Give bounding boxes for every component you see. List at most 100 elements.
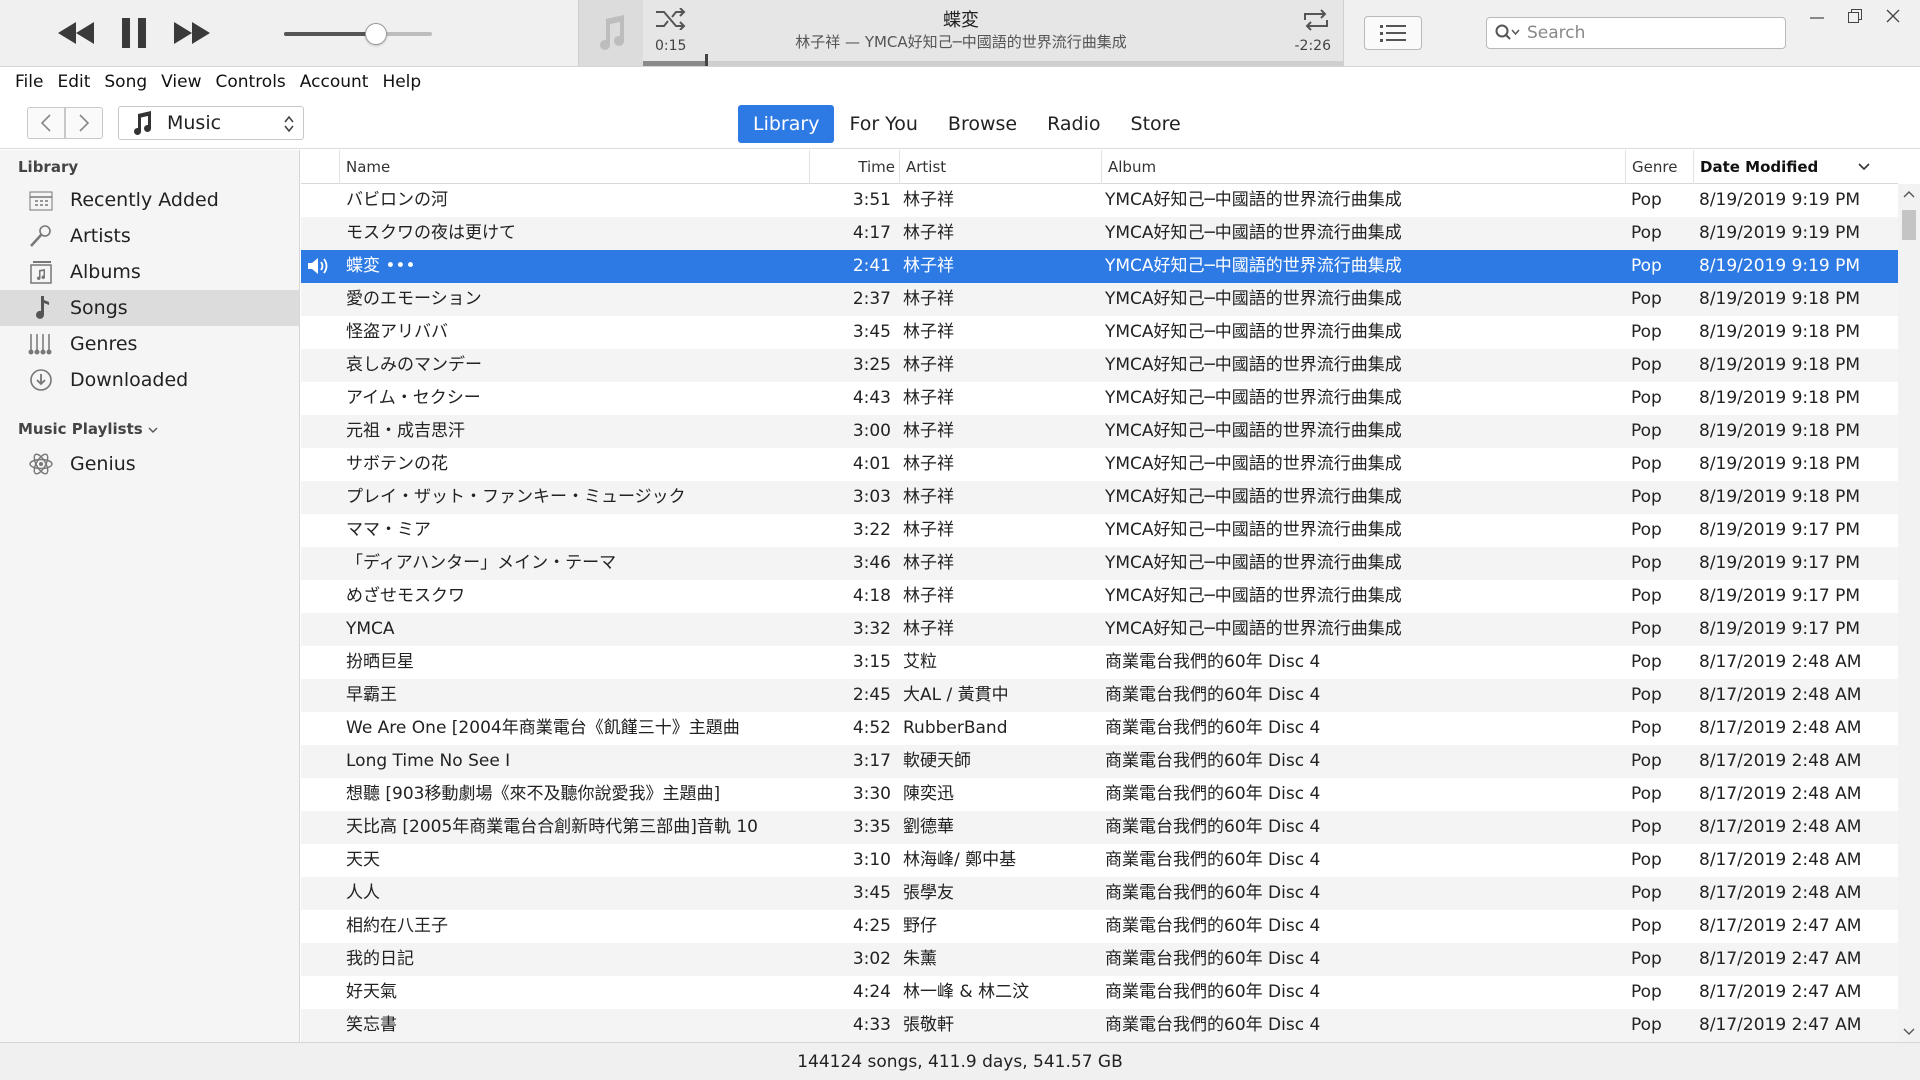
song-date-cell: 8/19/2019 9:19 PM (1699, 190, 1861, 210)
table-row[interactable]: 我的日記 3:02 朱薰 商業電台我們的60年 Disc 4 Pop 8/17/2019 … (301, 943, 1898, 976)
sidebar-item-albums[interactable]: Albums (0, 254, 299, 290)
close-button[interactable] (1876, 4, 1910, 28)
volume-slider[interactable] (284, 23, 432, 45)
song-date-cell: 8/19/2019 9:18 PM (1699, 322, 1861, 342)
song-artist-cell: 林子祥 (903, 256, 954, 276)
song-artist-cell: 陳奕迅 (903, 784, 954, 804)
song-time-cell: 3:35 (852, 817, 891, 837)
table-row[interactable]: 「ディアハンター」メイン・テーマ 3:46 林子祥 YMCA好知己─中國語的世界流行曲… (301, 547, 1898, 580)
song-album-cell: 商業電台我們的60年 Disc 4 (1105, 652, 1321, 672)
song-time-cell: 4:17 (852, 223, 891, 243)
table-row[interactable]: プレイ・ザット・ファンキー・ミュージック 3:03 林子祥 YMCA好知己─中國語的世… (301, 481, 1898, 514)
table-row[interactable]: 相約在八王子 4:25 野仔 商業電台我們的60年 Disc 4 Pop 8/17/201… (301, 910, 1898, 943)
table-row[interactable]: 愛のエモーション 2:37 林子祥 YMCA好知己─中國語的世界流行曲集成 Pop 8/1… (301, 283, 1898, 316)
sidebar-item-genres[interactable]: Genres (0, 326, 299, 362)
menu-help[interactable]: Help (375, 72, 428, 92)
forward-button[interactable] (65, 107, 103, 139)
song-date-cell: 8/19/2019 9:19 PM (1699, 223, 1861, 243)
table-row[interactable]: 元祖・成吉思汗 3:00 林子祥 YMCA好知己─中國語的世界流行曲集成 Pop 8/19… (301, 415, 1898, 448)
table-row[interactable]: 早霸王 2:45 大AL / 黃貫中 商業電台我們的60年 Disc 4 Pop 8/17… (301, 679, 1898, 712)
menu-edit[interactable]: Edit (50, 72, 97, 92)
table-row[interactable]: モスクワの夜は更けて 4:17 林子祥 YMCA好知己─中國語的世界流行曲集成 Pop 8… (301, 217, 1898, 250)
column-header-genre[interactable]: Genre (1625, 150, 1693, 184)
sidebar-item-genius[interactable]: Genius (0, 446, 299, 482)
song-name-cell: バビロンの河 (346, 190, 448, 210)
table-row[interactable]: 扮晒巨星 3:15 艾粒 商業電台我們的60年 Disc 4 Pop 8/17/2019 … (301, 646, 1898, 679)
song-album-cell: YMCA好知己─中國語的世界流行曲集成 (1105, 289, 1402, 309)
table-row[interactable]: 天天 3:10 林海峰/ 鄭中基 商業電台我們的60年 Disc 4 Pop 8/17/2… (301, 844, 1898, 877)
tab-library[interactable]: Library (738, 105, 835, 143)
progress-head[interactable] (705, 54, 708, 66)
column-header-date-modified[interactable]: Date Modified (1693, 150, 1878, 184)
scrollbar-thumb[interactable] (1902, 210, 1916, 240)
song-name-cell: 好天氣 (346, 982, 397, 1002)
menu-file[interactable]: File (8, 72, 50, 92)
vertical-scrollbar[interactable] (1898, 184, 1920, 1042)
table-row[interactable]: 哀しみのマンデー 3:25 林子祥 YMCA好知己─中國語的世界流行曲集成 Pop 8/1… (301, 349, 1898, 382)
tab-for-you[interactable]: For You (834, 105, 932, 143)
sidebar-item-artists[interactable]: Artists (0, 218, 299, 254)
scroll-up-icon[interactable] (1903, 190, 1915, 198)
column-header-album[interactable]: Album (1101, 150, 1625, 184)
column-header-time[interactable]: Time (809, 150, 901, 184)
song-genre-cell: Pop (1631, 619, 1662, 639)
next-button[interactable] (172, 14, 212, 52)
shuffle-icon[interactable] (656, 8, 688, 30)
previous-button[interactable] (56, 14, 96, 52)
menu-account[interactable]: Account (293, 72, 376, 92)
song-artist-cell: 林子祥 (903, 421, 954, 441)
tab-store[interactable]: Store (1116, 105, 1196, 143)
song-time-cell: 4:18 (852, 586, 891, 606)
search-box[interactable] (1486, 17, 1786, 49)
song-name-cell: めざせモスクワ (346, 586, 465, 606)
tab-radio[interactable]: Radio (1032, 105, 1115, 143)
search-input[interactable] (1527, 23, 1757, 43)
table-row[interactable]: YMCA 3:32 林子祥 YMCA好知己─中國語的世界流行曲集成 Pop 8/19/20… (301, 613, 1898, 646)
song-date-cell: 8/19/2019 9:18 PM (1699, 388, 1861, 408)
table-row[interactable]: バビロンの河 3:51 林子祥 YMCA好知己─中國語的世界流行曲集成 Pop 8/19/… (301, 184, 1898, 217)
table-row[interactable]: めざせモスクワ 4:18 林子祥 YMCA好知己─中國語的世界流行曲集成 Pop 8/19… (301, 580, 1898, 613)
table-row[interactable]: 人人 3:45 張學友 商業電台我們的60年 Disc 4 Pop 8/17/2019 2… (301, 877, 1898, 910)
sidebar-item-downloaded[interactable]: Downloaded (0, 362, 299, 398)
column-header-name[interactable]: Name (339, 150, 809, 184)
table-row[interactable]: We Are One [2004年商業電台《飢饉三十》主題曲 4:52 Rubber… (301, 712, 1898, 745)
menu-view[interactable]: View (154, 72, 208, 92)
up-next-button[interactable] (1364, 16, 1422, 50)
sidebar-item-songs[interactable]: Songs (0, 290, 299, 326)
table-row[interactable]: 天比高 [2005年商業電台合創新時代第三部曲]音軌 10 3:35 劉德華 商業電台… (301, 811, 1898, 844)
song-name-cell: モスクワの夜は更けて (346, 223, 516, 243)
minimize-button[interactable] (1800, 4, 1834, 28)
table-row[interactable]: 想聽 [903移動劇場《來不及聽你說愛我》主題曲] 3:30 陳奕迅 商業電台我們的6… (301, 778, 1898, 811)
song-album-cell: YMCA好知己─中國語的世界流行曲集成 (1105, 487, 1402, 507)
music-playlists-heading[interactable]: Music Playlists (18, 420, 158, 438)
menu-bar: File Edit Song View Controls Account Hel… (0, 67, 1920, 97)
table-row[interactable]: Long Time No See I 3:17 軟硬天師 商業電台我們的60年 Dis… (301, 745, 1898, 778)
table-row[interactable]: 笑忘書 4:33 張敬軒 商業電台我們的60年 Disc 4 Pop 8/17/2019 … (301, 1009, 1898, 1042)
song-date-cell: 8/17/2019 2:48 AM (1699, 817, 1862, 837)
restore-button[interactable] (1838, 4, 1872, 28)
volume-knob[interactable] (364, 23, 387, 45)
table-row[interactable]: サボテンの花 4:01 林子祥 YMCA好知己─中國語的世界流行曲集成 Pop 8/19/… (301, 448, 1898, 481)
song-genre-cell: Pop (1631, 685, 1662, 705)
table-row[interactable]: 好天氣 4:24 林一峰 & 林二汶 商業電台我們的60年 Disc 4 Pop 8/17… (301, 976, 1898, 1009)
scroll-down-icon[interactable] (1903, 1028, 1915, 1036)
song-date-cell: 8/17/2019 2:48 AM (1699, 652, 1862, 672)
column-header-artist[interactable]: Artist (899, 150, 1101, 184)
song-genre-cell: Pop (1631, 487, 1662, 507)
albums-icon (28, 259, 54, 285)
table-row[interactable]: 怪盗アリババ 3:45 林子祥 YMCA好知己─中國語的世界流行曲集成 Pop 8/19/… (301, 316, 1898, 349)
back-button[interactable] (27, 107, 65, 139)
table-row[interactable]: アイム・セクシー 4:43 林子祥 YMCA好知己─中國語的世界流行曲集成 Pop 8/1… (301, 382, 1898, 415)
pause-button[interactable] (114, 14, 154, 52)
playback-progress[interactable] (643, 54, 1343, 66)
media-picker[interactable]: Music (118, 106, 304, 140)
sidebar-item-recently-added[interactable]: Recently Added (0, 182, 299, 218)
list-icon (1380, 25, 1406, 42)
table-row[interactable]: 蝶変 ••• 2:41 林子祥 YMCA好知己─中國語的世界流行曲集成 Pop 8/19/… (301, 250, 1898, 283)
menu-controls[interactable]: Controls (208, 72, 292, 92)
table-row[interactable]: ママ・ミア 3:22 林子祥 YMCA好知己─中國語的世界流行曲集成 Pop 8/19/2… (301, 514, 1898, 547)
repeat-icon[interactable] (1301, 8, 1331, 32)
menu-song[interactable]: Song (97, 72, 154, 92)
song-artist-cell: 林子祥 (903, 553, 954, 573)
tab-browse[interactable]: Browse (933, 105, 1032, 143)
